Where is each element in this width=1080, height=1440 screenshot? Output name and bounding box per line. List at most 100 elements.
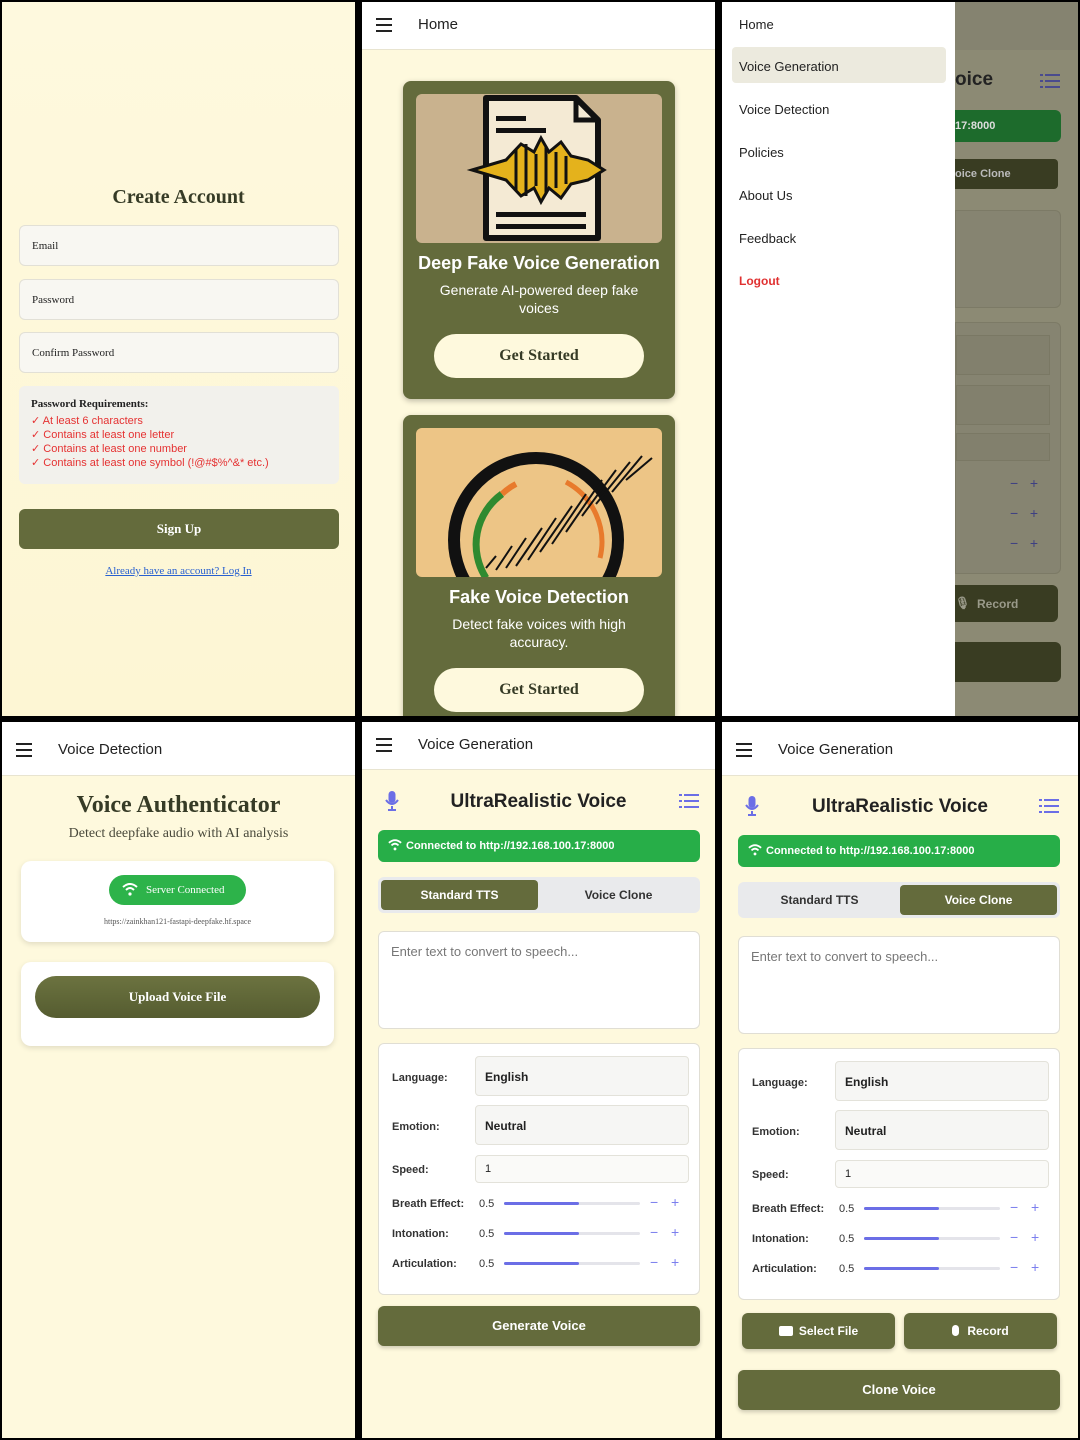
get-started-button[interactable]: Get Started (434, 668, 644, 712)
navigation-drawer: Home Voice Generation Voice Detection Po… (722, 2, 955, 716)
text-area (955, 210, 1061, 308)
clone-voice-button[interactable]: Clone Voice (738, 1370, 1060, 1410)
voice-generation-card: Deep Fake Voice Generation Generate AI-p… (403, 81, 675, 399)
articulation-label: Articulation: (392, 1258, 457, 1270)
increase-icon[interactable]: + (671, 1224, 679, 1240)
decrease-icon[interactable]: − (1010, 1199, 1018, 1215)
generate-voice-button[interactable]: Generate Voice (378, 1306, 700, 1346)
menu-icon[interactable] (376, 18, 392, 32)
password-field[interactable]: Password (19, 279, 339, 320)
articulation-label: Articulation: (752, 1263, 817, 1275)
email-field[interactable]: Email (19, 225, 339, 266)
drawer-item-voice-detection[interactable]: Voice Detection (732, 90, 946, 126)
language-select[interactable]: English (835, 1061, 1049, 1101)
breath-label: Breath Effect: (752, 1203, 825, 1215)
speed-label: Speed: (752, 1169, 789, 1181)
password-requirements: Password Requirements: ✓ At least 6 char… (19, 386, 339, 484)
get-started-button[interactable]: Get Started (434, 334, 644, 378)
breath-slider[interactable] (504, 1202, 640, 1205)
drawer-item-feedback[interactable]: Feedback (732, 219, 946, 255)
upload-card: Upload Voice File (21, 962, 334, 1046)
confirm-password-field[interactable]: Confirm Password (19, 332, 339, 373)
tab-voice-clone[interactable]: Voice Clone (900, 885, 1057, 915)
list-icon[interactable] (1039, 799, 1059, 813)
speed-input (956, 433, 1050, 461)
tab-voice-clone: oice Clone (955, 159, 1058, 189)
decrease-icon[interactable]: − (1010, 1259, 1018, 1275)
decrease-icon[interactable]: − (650, 1224, 658, 1240)
record-label: Record (977, 597, 1019, 611)
magnifier-waveform-icon (416, 428, 662, 577)
server-url: https://zainkhan121-fastapi-deepfake.hf.… (103, 917, 252, 926)
status-text: Server Connected (146, 884, 225, 896)
articulation-value: 0.5 (479, 1258, 495, 1270)
intonation-slider[interactable] (504, 1232, 640, 1235)
sign-up-button[interactable]: Sign Up (19, 509, 339, 549)
drawer-item-voice-generation[interactable]: Voice Generation (732, 47, 946, 83)
emotion-select[interactable]: Neutral (835, 1110, 1049, 1150)
articulation-slider[interactable] (864, 1267, 1000, 1270)
drawer-item-logout[interactable]: Logout (732, 262, 946, 298)
signup-screen: Create Account Email Password Confirm Pa… (2, 2, 355, 716)
language-select[interactable]: English (475, 1056, 689, 1096)
tab-voice-clone[interactable]: Voice Clone (540, 880, 697, 910)
microphone-icon (952, 1325, 960, 1336)
dimmed-background[interactable]: oice 17:8000 oice Clone − + − + − + 🎙 Re… (955, 2, 1078, 716)
drawer-item-home[interactable]: Home (732, 5, 946, 41)
voice-generation-screen: Voice Generation UltraRealistic Voice Co… (362, 722, 715, 1438)
home-screen: Home Deep Fake Voice Generation Generate… (362, 2, 715, 716)
menu-icon[interactable] (16, 743, 32, 757)
list-icon[interactable] (679, 794, 699, 808)
emotion-label: Emotion: (392, 1121, 440, 1133)
card-description: Detect fake voices with high accuracy. (452, 616, 626, 650)
status-badge: Server Connected (109, 875, 246, 905)
app-bar-title: Voice Detection (58, 741, 163, 758)
drawer-item-policies[interactable]: Policies (732, 133, 946, 169)
intonation-slider[interactable] (864, 1237, 1000, 1240)
decrease-icon[interactable]: − (1010, 1229, 1018, 1245)
breath-value: 0.5 (479, 1198, 495, 1210)
app-bar: Voice Generation (362, 722, 715, 770)
list-icon (1040, 74, 1060, 88)
drawer-item-about-us[interactable]: About Us (732, 176, 946, 212)
requirement-item: ✓ Contains at least one letter (31, 429, 175, 441)
app-bar (955, 2, 1078, 50)
upload-voice-file-button[interactable]: Upload Voice File (35, 976, 320, 1018)
increase-icon[interactable]: + (1031, 1259, 1039, 1275)
login-link[interactable]: Already have an account? Log In (2, 565, 355, 577)
card-title: Deep Fake Voice Generation (418, 253, 660, 273)
tab-standard-tts[interactable]: Standard TTS (741, 885, 898, 915)
settings-panel: Language: English Emotion: Neutral Speed… (738, 1048, 1060, 1300)
text-input[interactable]: Enter text to convert to speech... (738, 936, 1060, 1034)
emotion-select (956, 385, 1050, 425)
wifi-icon (122, 883, 138, 896)
tab-standard-tts[interactable]: Standard TTS (381, 880, 538, 910)
record-button[interactable]: Record (904, 1313, 1057, 1349)
speed-input[interactable]: 1 (475, 1155, 689, 1183)
breath-slider[interactable] (864, 1207, 1000, 1210)
select-file-button[interactable]: Select File (742, 1313, 895, 1349)
emotion-select[interactable]: Neutral (475, 1105, 689, 1145)
app-bar: Home (362, 2, 715, 50)
increase-icon[interactable]: + (671, 1254, 679, 1270)
increase-icon[interactable]: + (1031, 1229, 1039, 1245)
minus-plus-icons: − + (1010, 505, 1039, 521)
app-bar-title: Home (418, 16, 459, 33)
menu-icon[interactable] (376, 738, 392, 752)
decrease-icon[interactable]: − (650, 1194, 658, 1210)
menu-icon[interactable] (736, 743, 752, 757)
decrease-icon[interactable]: − (650, 1254, 658, 1270)
voice-clone-screen: Voice Generation UltraRealistic Voice Co… (722, 722, 1078, 1438)
folder-icon (778, 1326, 793, 1336)
app-bar-title: Voice Generation (418, 736, 534, 753)
increase-icon[interactable]: + (1031, 1199, 1039, 1215)
text-input[interactable]: Enter text to convert to speech... (378, 931, 700, 1029)
speed-input[interactable]: 1 (835, 1160, 1049, 1188)
intonation-label: Intonation: (392, 1228, 449, 1240)
increase-icon[interactable]: + (671, 1194, 679, 1210)
articulation-slider[interactable] (504, 1262, 640, 1265)
voice-detection-card: Fake Voice Detection Detect fake voices … (403, 415, 675, 716)
page-title-fragment: oice (955, 69, 994, 90)
document-waveform-icon (416, 94, 662, 243)
card-description: Generate AI-powered deep fake voices (439, 282, 639, 316)
